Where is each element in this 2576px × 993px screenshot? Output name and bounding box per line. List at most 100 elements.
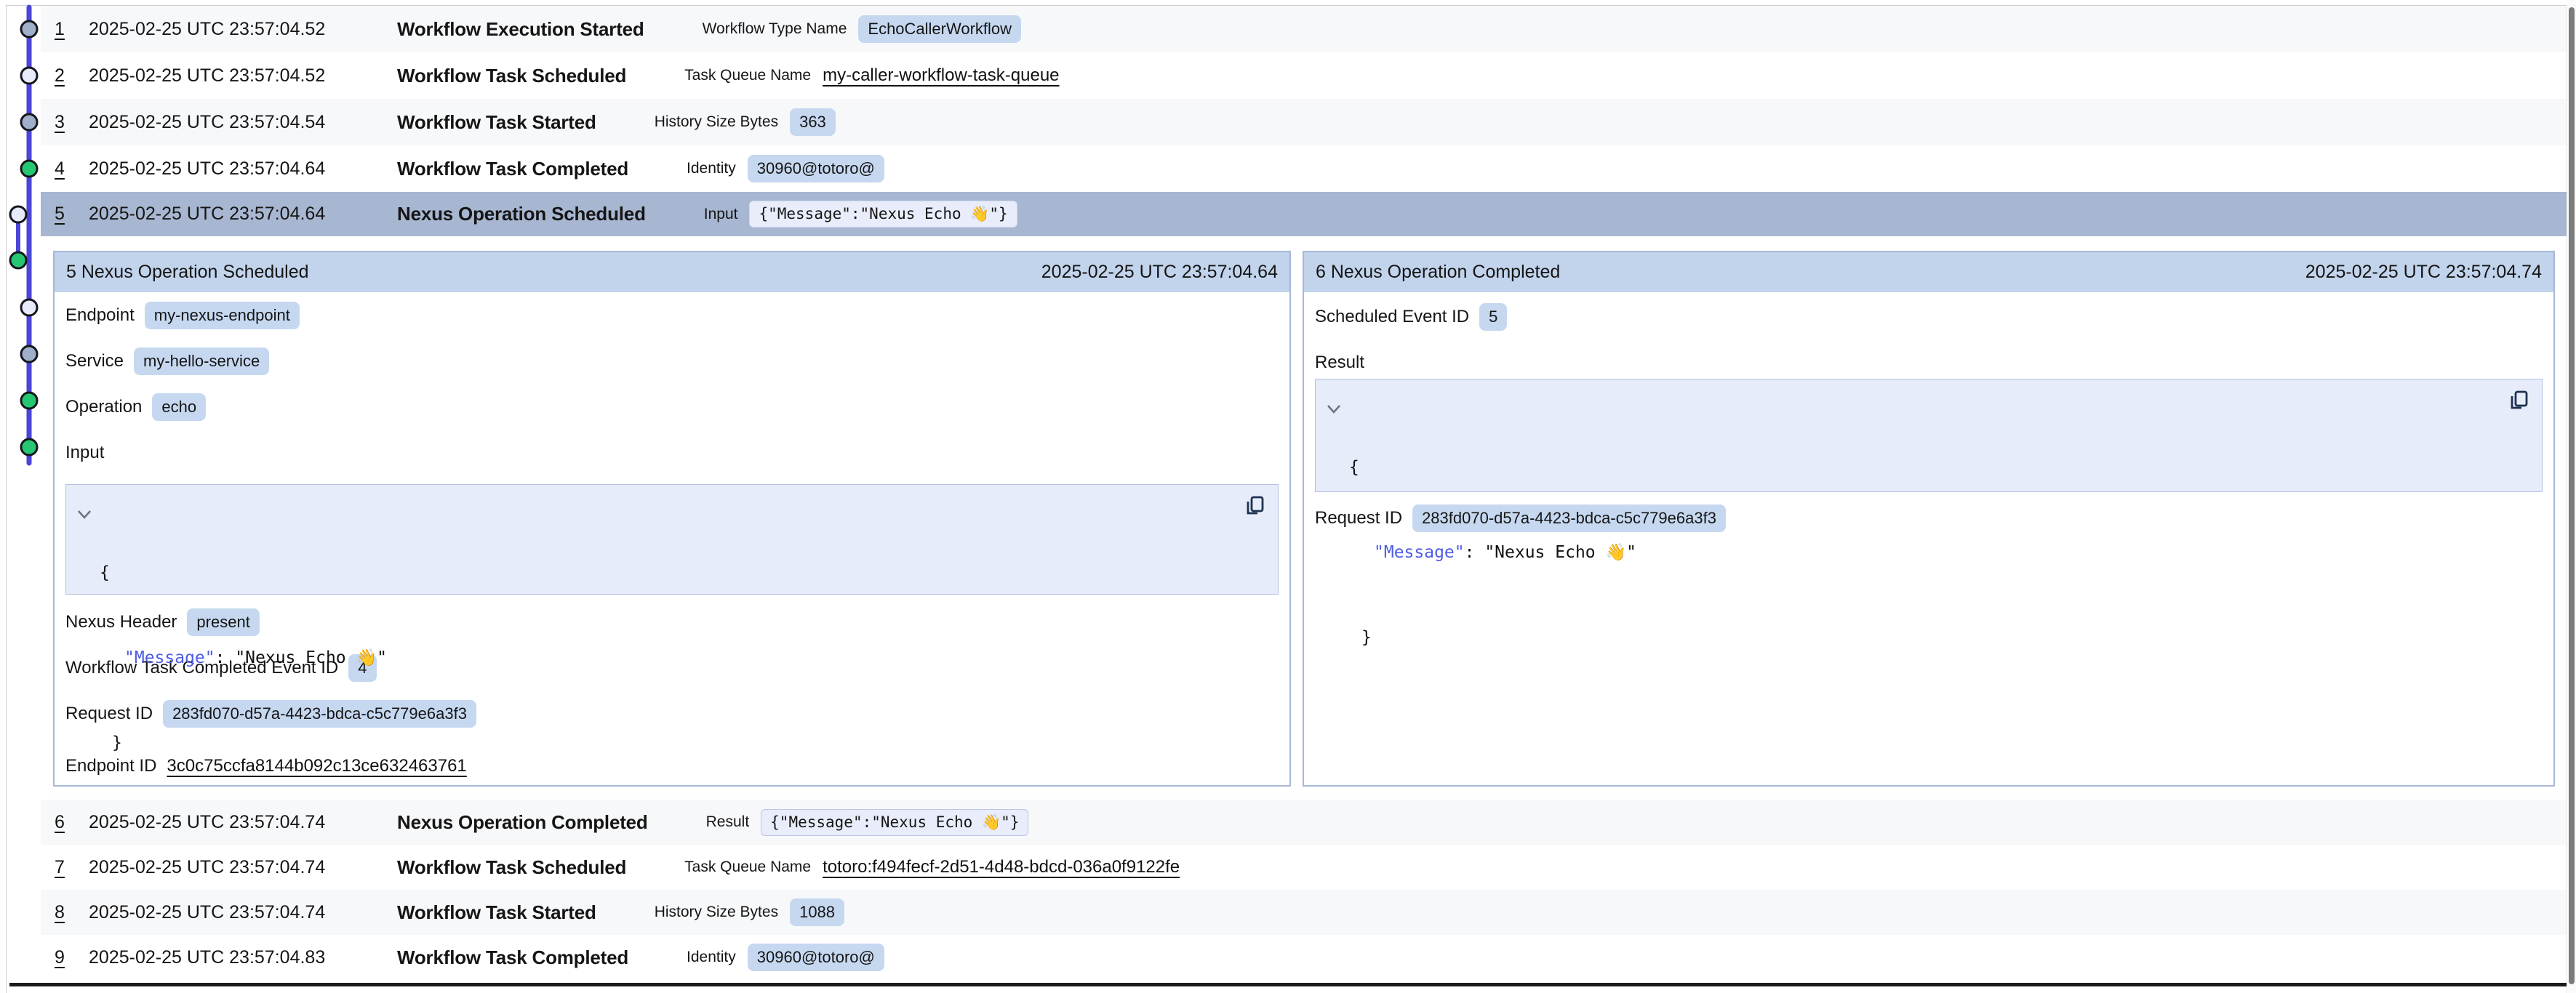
panel-header: 5 Nexus Operation Scheduled 2025-02-25 U… — [55, 252, 1289, 292]
event-timestamp: 2025-02-25 UTC 23:57:04.52 — [89, 65, 397, 87]
field-value-badge: echo — [152, 393, 206, 421]
field-value-badge: my-nexus-endpoint — [145, 302, 300, 329]
field-scheduled-event-id: Scheduled Event ID 5 — [1315, 302, 2543, 331]
event-5-detail-panel: 5 Nexus Operation Scheduled 2025-02-25 U… — [53, 251, 1291, 787]
event-id-link[interactable]: 7 — [55, 857, 89, 878]
json-key: "Message" — [1374, 543, 1465, 562]
graph-node-6[interactable] — [10, 252, 26, 268]
graph-node-9[interactable] — [21, 393, 37, 409]
event-id-link[interactable]: 6 — [55, 812, 89, 833]
scrollbar-thumb[interactable] — [2569, 7, 2575, 984]
event-detail-badge: 30960@totoro@ — [748, 944, 884, 971]
json-line-open: { — [100, 559, 1227, 587]
graph-node-4[interactable] — [21, 161, 37, 177]
event-detail-code-badge: {"Message":"Nexus Echo 👋"} — [761, 809, 1028, 836]
event-row-1[interactable]: 1 2025-02-25 UTC 23:57:04.52 Workflow Ex… — [41, 6, 2567, 52]
graph-node-10[interactable] — [21, 439, 37, 455]
json-value: : "Nexus Echo 👋" — [215, 648, 387, 667]
event-timestamp: 2025-02-25 UTC 23:57:04.52 — [89, 19, 397, 40]
event-timestamp: 2025-02-25 UTC 23:57:04.74 — [89, 857, 397, 878]
copy-icon — [2505, 387, 2532, 414]
event-detail-badge: 1088 — [790, 898, 844, 926]
event-timestamp: 2025-02-25 UTC 23:57:04.74 — [89, 902, 397, 923]
event-graph — [0, 0, 41, 480]
event-detail-label: Identity — [687, 160, 736, 177]
event-id-link[interactable]: 8 — [55, 902, 89, 923]
event-detail-badge: 30960@totoro@ — [748, 155, 884, 182]
event-id-link[interactable]: 9 — [55, 947, 89, 968]
graph-node-3[interactable] — [21, 114, 37, 130]
event-name: Workflow Task Started — [397, 901, 596, 924]
next-row-divider — [9, 983, 2567, 986]
event-timestamp: 2025-02-25 UTC 23:57:04.64 — [89, 158, 397, 180]
result-json-block: { "Message": "Nexus Echo 👋" } — [1315, 379, 2543, 492]
event-timestamp: 2025-02-25 UTC 23:57:04.54 — [89, 112, 397, 133]
event-name: Workflow Execution Started — [397, 18, 644, 41]
json-content: { "Message": "Nexus Echo 👋" } — [100, 502, 1227, 814]
copy-icon — [1241, 493, 1268, 519]
json-line-open: { — [1349, 454, 2491, 482]
event-name: Workflow Task Completed — [397, 946, 628, 969]
event-id-link[interactable]: 1 — [55, 19, 89, 40]
json-line-close: } — [100, 729, 1227, 757]
event-name: Nexus Operation Scheduled — [397, 203, 646, 225]
graph-node-8[interactable] — [21, 346, 37, 362]
event-row-7[interactable]: 7 2025-02-25 UTC 23:57:04.74 Workflow Ta… — [41, 845, 2567, 890]
event-name: Workflow Task Scheduled — [397, 65, 626, 87]
json-line-message: "Message": "Nexus Echo 👋" — [1349, 539, 2491, 567]
graph-node-7[interactable] — [21, 299, 37, 315]
event-detail-label: History Size Bytes — [655, 113, 778, 131]
event-row-9[interactable]: 9 2025-02-25 UTC 23:57:04.83 Workflow Ta… — [41, 935, 2567, 980]
field-label: Service — [65, 351, 124, 371]
json-value: : "Nexus Echo 👋" — [1465, 543, 1636, 562]
copy-button[interactable] — [2505, 387, 2532, 415]
event-detail-label: Workflow Type Name — [703, 20, 847, 38]
graph-node-5[interactable] — [10, 206, 26, 222]
event-timestamp: 2025-02-25 UTC 23:57:04.64 — [89, 204, 397, 225]
event-row-8[interactable]: 8 2025-02-25 UTC 23:57:04.74 Workflow Ta… — [41, 890, 2567, 935]
field-value-badge: 5 — [1479, 303, 1507, 331]
json-line-close: } — [1349, 624, 2491, 652]
event-name: Nexus Operation Completed — [397, 811, 648, 834]
panel-timestamp: 2025-02-25 UTC 23:57:04.74 — [2305, 262, 2542, 283]
event-id-link[interactable]: 3 — [55, 112, 89, 133]
event-detail-label: Input — [704, 206, 738, 223]
event-detail-badge: 363 — [790, 108, 836, 136]
scrollbar-track[interactable] — [2568, 0, 2576, 993]
event-detail-badge: EchoCallerWorkflow — [858, 15, 1021, 43]
event-id-link[interactable]: 5 — [55, 204, 89, 225]
panel-header: 6 Nexus Operation Completed 2025-02-25 U… — [1304, 252, 2553, 292]
event-name: Workflow Task Scheduled — [397, 856, 626, 879]
event-name: Workflow Task Started — [397, 111, 596, 134]
task-queue-link[interactable]: my-caller-workflow-task-queue — [823, 65, 1059, 86]
field-input-label: Input — [65, 438, 1279, 467]
event-row-2[interactable]: 2 2025-02-25 UTC 23:57:04.52 Workflow Ta… — [41, 52, 2567, 99]
event-id-link[interactable]: 2 — [55, 65, 89, 87]
field-value-badge: my-hello-service — [134, 347, 269, 375]
event-row-5-selected[interactable]: 5 2025-02-25 UTC 23:57:04.64 Nexus Opera… — [41, 192, 2567, 236]
event-id-link[interactable]: 4 — [55, 158, 89, 180]
copy-button[interactable] — [1241, 493, 1268, 520]
panel-body: Scheduled Event ID 5 Result { "M — [1304, 302, 2553, 533]
event-name: Workflow Task Completed — [397, 158, 628, 180]
event-detail-label: Identity — [687, 949, 736, 966]
event-row-3[interactable]: 3 2025-02-25 UTC 23:57:04.54 Workflow Ta… — [41, 99, 2567, 145]
collapse-chevron-icon[interactable] — [77, 510, 92, 520]
field-label: Operation — [65, 397, 142, 417]
field-label: Scheduled Event ID — [1315, 307, 1469, 327]
panel-timestamp: 2025-02-25 UTC 23:57:04.64 — [1041, 262, 1278, 283]
graph-node-1[interactable] — [21, 21, 37, 37]
task-queue-link[interactable]: totoro:f494fecf-2d51-4d48-bdcd-036a0f912… — [823, 857, 1180, 877]
event-row-4[interactable]: 4 2025-02-25 UTC 23:57:04.64 Workflow Ta… — [41, 145, 2567, 192]
event-detail-label: Task Queue Name — [684, 67, 811, 84]
json-line-message: "Message": "Nexus Echo 👋" — [100, 644, 1227, 672]
panel-body: Endpoint my-nexus-endpoint Service my-he… — [55, 301, 1289, 781]
panel-title: 6 Nexus Operation Completed — [1316, 262, 1560, 283]
json-content: { "Message": "Nexus Echo 👋" } — [1349, 397, 2491, 709]
workflow-history-view: 1 2025-02-25 UTC 23:57:04.52 Workflow Ex… — [0, 0, 2576, 993]
graph-node-2[interactable] — [21, 68, 37, 84]
collapse-chevron-icon[interactable] — [1327, 404, 1341, 414]
panel-title: 5 Nexus Operation Scheduled — [66, 262, 309, 283]
event-row-6[interactable]: 6 2025-02-25 UTC 23:57:04.74 Nexus Opera… — [41, 800, 2567, 845]
event-detail-label: Task Queue Name — [684, 859, 811, 876]
